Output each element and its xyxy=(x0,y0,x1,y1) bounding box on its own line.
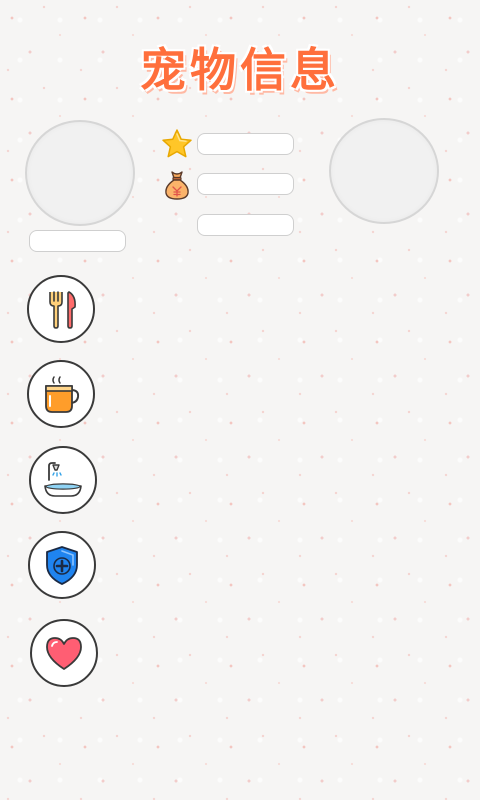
bath-button[interactable] xyxy=(29,446,97,514)
star-value-field xyxy=(197,133,294,155)
page-title: 宠物信息 xyxy=(140,43,340,97)
third-stat-field xyxy=(197,214,294,236)
cup-icon xyxy=(45,376,80,413)
feed-button[interactable] xyxy=(27,275,95,343)
pet-avatar[interactable] xyxy=(25,120,135,226)
love-button[interactable] xyxy=(30,619,98,687)
medical-shield-icon xyxy=(46,546,78,585)
heart-icon xyxy=(46,637,82,670)
fork-knife-icon xyxy=(49,291,76,329)
money-value-field xyxy=(197,173,294,195)
partner-avatar[interactable] xyxy=(329,118,439,224)
money-bag-icon xyxy=(160,168,194,202)
star-icon xyxy=(160,127,194,161)
shower-basin-icon xyxy=(44,462,82,497)
medicine-button[interactable] xyxy=(28,531,96,599)
pet-name-field xyxy=(29,230,126,252)
drink-button[interactable] xyxy=(27,360,95,428)
